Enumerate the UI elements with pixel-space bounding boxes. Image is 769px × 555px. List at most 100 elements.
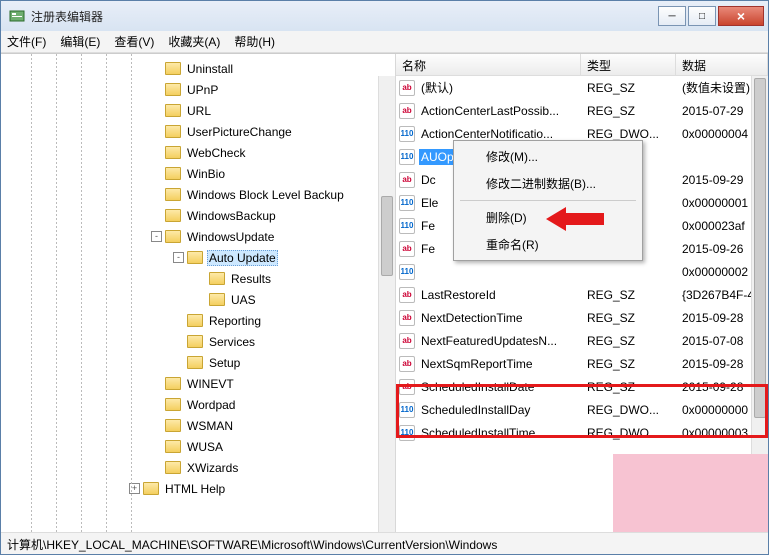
menu-view[interactable]: 查看(V): [114, 33, 154, 50]
tree-item[interactable]: WebCheck: [1, 142, 395, 163]
value-type: REG_SZ: [581, 81, 676, 95]
window-controls: ─ □ ×: [658, 6, 764, 26]
tree-item[interactable]: WinBio: [1, 163, 395, 184]
dword-value-icon: 110: [399, 126, 415, 142]
tree-toggle-icon[interactable]: -: [173, 252, 184, 263]
menu-help[interactable]: 帮助(H): [234, 33, 275, 50]
maximize-button[interactable]: □: [688, 6, 716, 26]
dword-value-icon: 110: [399, 425, 415, 441]
tree-item-label: UAS: [229, 293, 258, 307]
header-type[interactable]: 类型: [581, 54, 676, 75]
tree-item-label: WinBio: [185, 167, 227, 181]
value-type: REG_SZ: [581, 357, 676, 371]
tree-item[interactable]: Wordpad: [1, 394, 395, 415]
tree-item[interactable]: Services: [1, 331, 395, 352]
tree-scrollbar[interactable]: [378, 76, 395, 532]
list-row[interactable]: abLastRestoreIdREG_SZ{3D267B4F-4: [396, 283, 768, 306]
value-name: ScheduledInstallDay: [419, 402, 581, 418]
tree-scrollbar-thumb[interactable]: [381, 196, 393, 276]
folder-icon: [165, 419, 181, 432]
value-type: REG_SZ: [581, 311, 676, 325]
tree-item[interactable]: Setup: [1, 352, 395, 373]
tree-toggle-icon[interactable]: +: [129, 483, 140, 494]
statusbar-path: 计算机\HKEY_LOCAL_MACHINE\SOFTWARE\Microsof…: [7, 538, 497, 552]
app-icon: [9, 8, 25, 24]
tree-item-label: WindowsUpdate: [185, 230, 276, 244]
folder-icon: [165, 83, 181, 96]
listview-header: 名称 类型 数据: [396, 54, 768, 76]
string-value-icon: ab: [399, 356, 415, 372]
tree-item-label: UPnP: [185, 83, 220, 97]
menu-favorites[interactable]: 收藏夹(A): [168, 33, 220, 50]
tree-item[interactable]: UserPictureChange: [1, 121, 395, 142]
context-modify-binary[interactable]: 修改二进制数据(B)...: [456, 170, 640, 197]
statusbar: 计算机\HKEY_LOCAL_MACHINE\SOFTWARE\Microsof…: [1, 532, 768, 554]
header-data[interactable]: 数据: [676, 54, 768, 75]
string-value-icon: ab: [399, 379, 415, 395]
tree-item[interactable]: Reporting: [1, 310, 395, 331]
tree-item[interactable]: UPnP: [1, 79, 395, 100]
string-value-icon: ab: [399, 80, 415, 96]
listview-scrollbar-thumb[interactable]: [754, 78, 766, 418]
context-modify[interactable]: 修改(M)...: [456, 143, 640, 170]
close-button[interactable]: ×: [718, 6, 764, 26]
tree-panel[interactable]: Uninstall UPnP URL UserPictureChange WebChec…: [1, 54, 396, 532]
list-row[interactable]: 110ScheduledInstallTimeREG_DWO...0x00000…: [396, 421, 768, 444]
tree-item-label: UserPictureChange: [185, 125, 294, 139]
registry-editor-window: 注册表编辑器 ─ □ × 文件(F) 编辑(E) 查看(V) 收藏夹(A) 帮助…: [0, 0, 769, 555]
tree-item[interactable]: - WindowsUpdate: [1, 226, 395, 247]
folder-icon: [187, 356, 203, 369]
minimize-button[interactable]: ─: [658, 6, 686, 26]
value-type: REG_DWO...: [581, 403, 676, 417]
tree-item[interactable]: URL: [1, 100, 395, 121]
folder-icon: [165, 188, 181, 201]
folder-icon: [165, 167, 181, 180]
list-row[interactable]: 110ScheduledInstallDayREG_DWO...0x000000…: [396, 398, 768, 421]
list-row[interactable]: abScheduledInstallDateREG_SZ2015-09-28: [396, 375, 768, 398]
context-delete[interactable]: 删除(D): [456, 204, 640, 231]
list-row[interactable]: abNextSqmReportTimeREG_SZ2015-09-28: [396, 352, 768, 375]
folder-icon: [209, 293, 225, 306]
titlebar[interactable]: 注册表编辑器 ─ □ ×: [1, 1, 768, 31]
string-value-icon: ab: [399, 241, 415, 257]
list-row[interactable]: abNextFeaturedUpdatesN...REG_SZ2015-07-0…: [396, 329, 768, 352]
listview-panel[interactable]: 名称 类型 数据 ab(默认)REG_SZ(数值未设置)abActionCent…: [396, 54, 768, 532]
tree-item[interactable]: Uninstall: [1, 58, 395, 79]
tree-item[interactable]: -Auto Update: [1, 247, 395, 268]
tree-item[interactable]: XWizards: [1, 457, 395, 478]
tree-item[interactable]: WindowsBackup: [1, 205, 395, 226]
tree-item[interactable]: +HTML Help: [1, 478, 395, 499]
folder-icon: [165, 146, 181, 159]
tree-item-label: XWizards: [185, 461, 240, 475]
tree-item[interactable]: Windows Block Level Backup: [1, 184, 395, 205]
folder-icon: [187, 314, 203, 327]
value-name: (默认): [419, 78, 581, 97]
tree-toggle-icon[interactable]: -: [151, 231, 162, 242]
value-type: REG_SZ: [581, 380, 676, 394]
header-name[interactable]: 名称: [396, 54, 581, 75]
list-row[interactable]: abActionCenterLastPossib...REG_SZ2015-07…: [396, 99, 768, 122]
menu-edit[interactable]: 编辑(E): [60, 33, 100, 50]
list-row[interactable]: ab(默认)REG_SZ(数值未设置): [396, 76, 768, 99]
folder-icon: [165, 440, 181, 453]
tree-item[interactable]: WSMAN: [1, 415, 395, 436]
context-rename[interactable]: 重命名(R): [456, 231, 640, 258]
tree-item[interactable]: UAS: [1, 289, 395, 310]
tree-item[interactable]: WINEVT: [1, 373, 395, 394]
tree-item-label: Setup: [207, 356, 242, 370]
value-type: REG_DWO...: [581, 127, 676, 141]
folder-icon: [165, 104, 181, 117]
dword-value-icon: 110: [399, 149, 415, 165]
list-row[interactable]: 1100x00000002: [396, 260, 768, 283]
folder-icon: [165, 461, 181, 474]
tree-item-label: URL: [185, 104, 213, 118]
list-row[interactable]: abNextDetectionTimeREG_SZ2015-09-28: [396, 306, 768, 329]
dword-value-icon: 110: [399, 264, 415, 280]
menu-file[interactable]: 文件(F): [7, 33, 46, 50]
folder-icon: [165, 398, 181, 411]
tree-item[interactable]: WUSA: [1, 436, 395, 457]
tree-item[interactable]: Results: [1, 268, 395, 289]
value-type: REG_SZ: [581, 334, 676, 348]
folder-icon: [165, 209, 181, 222]
string-value-icon: ab: [399, 287, 415, 303]
